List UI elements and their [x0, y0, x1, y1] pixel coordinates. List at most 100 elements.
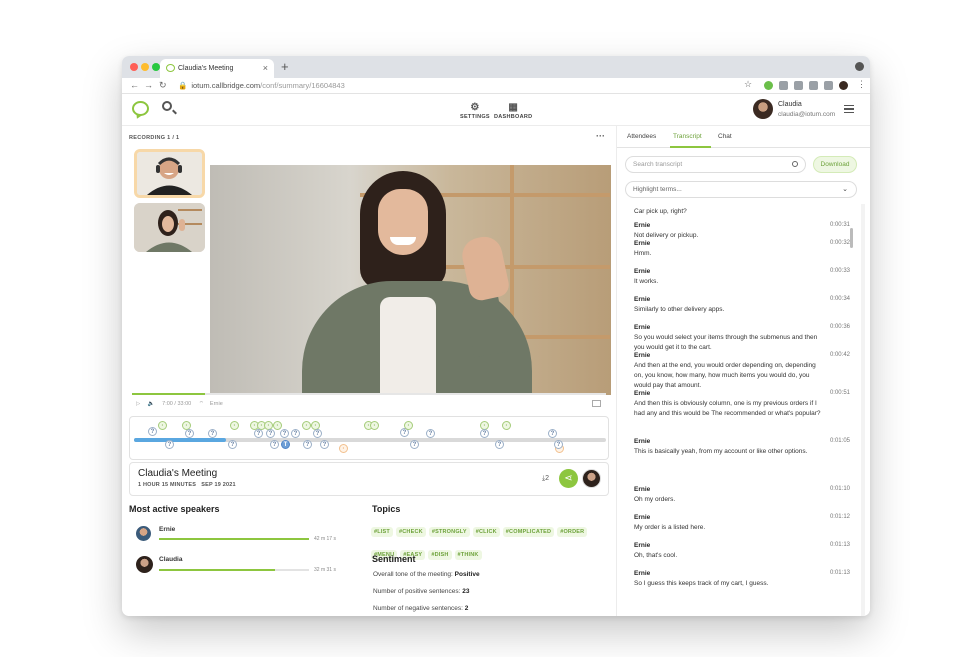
timeline-question-marker[interactable]: ?: [495, 440, 504, 449]
transcript-timestamp[interactable]: 0:01:05: [830, 438, 850, 444]
hamburger-menu-icon[interactable]: [844, 105, 854, 113]
transcript-timestamp[interactable]: 0:01:13: [830, 570, 850, 576]
transcript-timestamp[interactable]: 0:00:32: [830, 240, 850, 246]
volume-icon[interactable]: 🔈: [148, 401, 155, 407]
video-progress-bar[interactable]: [132, 393, 606, 395]
more-options-icon[interactable]: ···: [596, 131, 605, 141]
transcript-entry[interactable]: Ernie 0:01:10 Oh my orders.: [634, 486, 850, 505]
scrollbar-track[interactable]: [861, 204, 865, 616]
timeline-question-marker[interactable]: ?: [291, 429, 300, 438]
transcript-entry[interactable]: Ernie 0:01:05 This is basically yeah, from…: [634, 438, 850, 457]
transcript-entry[interactable]: Ernie 0:00:36 So you would select your ite…: [634, 324, 850, 353]
transcript-timestamp[interactable]: 0:01:13: [830, 542, 850, 548]
forward-arrow-icon[interactable]: →: [144, 80, 153, 90]
download-count[interactable]: ⤓2: [542, 475, 549, 483]
transcript-timestamp[interactable]: 0:00:34: [830, 296, 850, 302]
extension-icon[interactable]: [794, 81, 803, 90]
kebab-menu-icon[interactable]: ⋮: [857, 79, 866, 90]
topic-tag[interactable]: #LIST: [371, 527, 393, 537]
timeline-question-marker[interactable]: ?: [266, 429, 275, 438]
browser-tab[interactable]: Claudia's Meeting ×: [160, 59, 274, 78]
reading-list-icon[interactable]: [824, 81, 833, 90]
close-tab-icon[interactable]: ×: [263, 63, 268, 73]
browser-menu-icon[interactable]: [855, 62, 864, 71]
timeline-positive-marker[interactable]: ·: [502, 421, 511, 430]
transcript-timestamp[interactable]: 0:00:31: [830, 222, 850, 228]
extension-icon[interactable]: [764, 81, 773, 90]
share-button[interactable]: ⋖: [559, 469, 578, 488]
timeline-positive-marker[interactable]: ·: [230, 421, 239, 430]
timeline-question-marker[interactable]: ?: [480, 429, 489, 438]
transcript-entry[interactable]: Ernie 0:00:42 And then at the end, you wou…: [634, 352, 850, 391]
camera-extension-icon[interactable]: [779, 81, 788, 90]
topic-tag[interactable]: #CHECK: [395, 527, 426, 537]
timeline-question-marker[interactable]: ?: [148, 427, 157, 436]
timeline-track[interactable]: [134, 438, 606, 442]
timeline-question-marker[interactable]: ?: [270, 440, 279, 449]
timeline-question-marker[interactable]: ?: [228, 440, 237, 449]
back-arrow-icon[interactable]: ←: [130, 80, 139, 90]
participant-thumbnail-ernie[interactable]: [134, 149, 205, 198]
transcript-timestamp[interactable]: 0:00:36: [830, 324, 850, 330]
url-field[interactable]: 🔒 iotum.callbridge.com/conf/summary/16604…: [178, 81, 345, 90]
highlight-terms-select[interactable]: Highlight terms... ⌄: [625, 181, 857, 198]
tab-attendees[interactable]: Attendees: [627, 133, 656, 140]
transcript-entry[interactable]: Ernie 0:00:33 It works.: [634, 268, 850, 287]
timeline-question-marker[interactable]: ?: [548, 429, 557, 438]
timeline-positive-marker[interactable]: ·: [302, 421, 311, 430]
scrollbar-thumb[interactable]: [850, 228, 853, 248]
timeline-current-marker[interactable]: T: [281, 440, 290, 449]
search-icon[interactable]: [792, 161, 798, 167]
tab-chat[interactable]: Chat: [718, 133, 732, 140]
callbridge-logo-icon[interactable]: [132, 101, 149, 116]
recording-video[interactable]: [210, 165, 611, 395]
transcript-entry[interactable]: Ernie 0:01:13 So I guess this keeps track …: [634, 570, 850, 589]
dashboard-link[interactable]: ▦ DASHBOARD: [494, 102, 532, 120]
transcript-entry[interactable]: Ernie 0:00:34 Similarly to other delivery …: [634, 296, 850, 315]
search-icon[interactable]: [162, 101, 172, 111]
profile-avatar-icon[interactable]: [839, 81, 848, 90]
timeline-question-marker[interactable]: ?: [313, 429, 322, 438]
tab-transcript[interactable]: Transcript: [673, 133, 702, 140]
timeline-question-marker[interactable]: ?: [426, 429, 435, 438]
transcript-timestamp[interactable]: 0:00:42: [830, 352, 850, 358]
transcript-entry[interactable]: Ernie 0:01:12 My order is a listed here.: [634, 514, 850, 533]
timeline-positive-marker[interactable]: ·: [404, 421, 413, 430]
speaker-timeline[interactable]: ? · ? · ? ? ? · · · ? · ? · ? T ? ? · · …: [129, 416, 609, 460]
topic-tag[interactable]: #THINK: [454, 550, 482, 560]
timeline-question-marker[interactable]: ?: [320, 440, 329, 449]
new-tab-button[interactable]: +: [281, 59, 289, 74]
topic-tag[interactable]: #ORDER: [557, 527, 588, 537]
transcript-entry[interactable]: Ernie 0:00:32 Hmm.: [634, 240, 850, 259]
topic-tag[interactable]: #CLICK: [472, 527, 500, 537]
play-icon[interactable]: ▷: [136, 401, 140, 407]
transcript-entry[interactable]: Ernie 0:01:13 Oh, that's cool.: [634, 542, 850, 561]
transcript-timestamp[interactable]: 0:01:12: [830, 514, 850, 520]
topic-tag[interactable]: #DISH: [428, 550, 452, 560]
maximize-window-icon[interactable]: [152, 63, 160, 71]
topic-tag[interactable]: #STRONGLY: [428, 527, 470, 537]
bookmark-star-icon[interactable]: ☆: [744, 79, 752, 90]
transcript-timestamp[interactable]: 0:01:10: [830, 486, 850, 492]
timeline-question-marker[interactable]: ?: [303, 440, 312, 449]
download-button[interactable]: Download: [813, 156, 857, 173]
puzzle-extension-icon[interactable]: [809, 81, 818, 90]
participant-thumbnail-claudia[interactable]: [134, 203, 205, 252]
host-avatar[interactable]: [582, 469, 601, 488]
transcript-search-input[interactable]: Search transcript: [625, 156, 806, 173]
timeline-question-marker[interactable]: ?: [165, 440, 174, 449]
minimize-window-icon[interactable]: [141, 63, 149, 71]
topic-tag[interactable]: #COMPLICATED: [502, 527, 555, 537]
user-avatar[interactable]: [753, 99, 773, 119]
timeline-question-marker[interactable]: ?: [185, 429, 194, 438]
fullscreen-icon[interactable]: [592, 400, 601, 407]
timeline-question-marker[interactable]: ?: [410, 440, 419, 449]
close-window-icon[interactable]: [130, 63, 138, 71]
timeline-negative-marker[interactable]: ·: [339, 444, 348, 453]
timeline-question-marker[interactable]: ?: [254, 429, 263, 438]
timeline-question-marker[interactable]: ?: [554, 440, 563, 449]
transcript-entry[interactable]: Ernie 0:00:51 And then this is obviously c…: [634, 390, 850, 419]
timeline-question-marker[interactable]: ?: [280, 429, 289, 438]
timeline-positive-marker[interactable]: ·: [273, 421, 282, 430]
timeline-positive-marker[interactable]: ·: [158, 421, 167, 430]
